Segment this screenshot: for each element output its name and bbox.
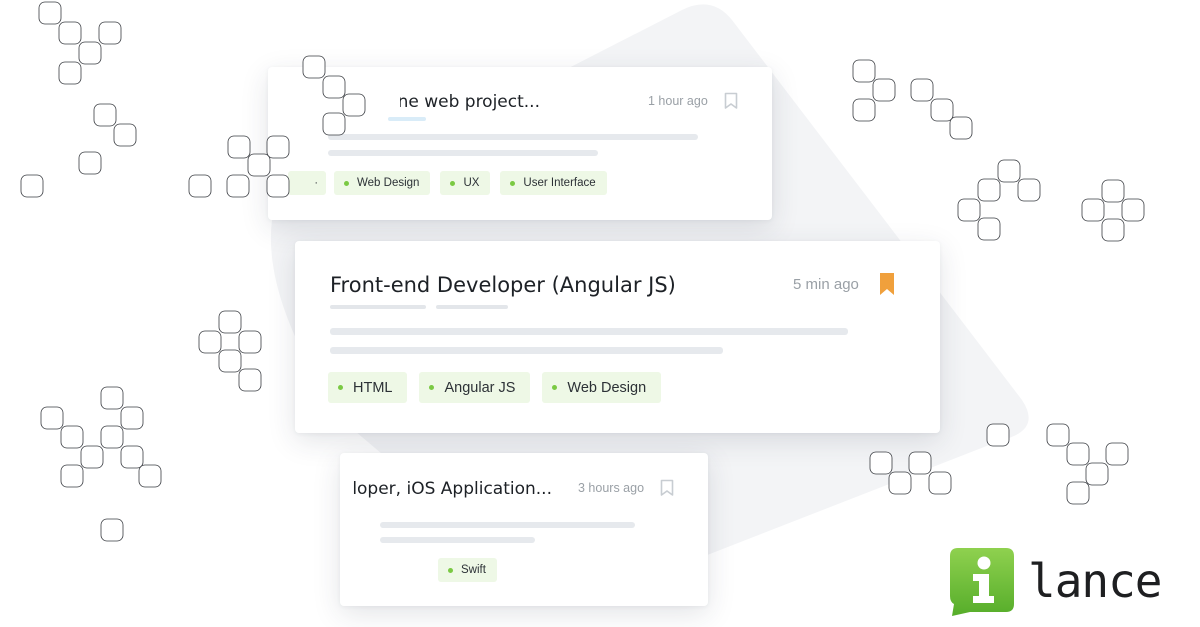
pattern-square [1081, 198, 1105, 222]
pattern-square [138, 464, 162, 488]
pattern-square [60, 425, 84, 449]
logo-wordmark: lance [1028, 554, 1162, 608]
pattern-square [60, 464, 84, 488]
decorative-pattern [20, 1, 1145, 542]
pattern-square [302, 55, 326, 79]
pattern-square [93, 103, 117, 127]
pattern-square [1085, 462, 1109, 486]
pattern-square [198, 330, 222, 354]
pattern-square [58, 21, 82, 45]
pattern-square [238, 330, 262, 354]
pattern-square [986, 423, 1010, 447]
pattern-square [1066, 481, 1090, 505]
pattern-square [40, 406, 64, 430]
pattern-square [928, 471, 952, 495]
pattern-square [98, 21, 122, 45]
pattern-square [930, 98, 954, 122]
pattern-square [1101, 218, 1125, 242]
pattern-square [322, 75, 346, 99]
pattern-square [266, 135, 290, 159]
pattern-square [1105, 442, 1129, 466]
pattern-square [957, 198, 981, 222]
pattern-square [852, 98, 876, 122]
pattern-square [113, 123, 137, 147]
pattern-square [80, 445, 104, 469]
pattern-square [188, 174, 212, 198]
pattern-square [977, 217, 1001, 241]
pattern-square [120, 445, 144, 469]
pattern-square [1101, 179, 1125, 203]
pattern-square [997, 159, 1021, 183]
pattern-square [218, 310, 242, 334]
pattern-square [908, 451, 932, 475]
pattern-square [1046, 423, 1070, 447]
pattern-square [1017, 178, 1041, 202]
pattern-square [100, 425, 124, 449]
pattern-square [949, 116, 973, 140]
pattern-square [100, 386, 124, 410]
pattern-square [20, 174, 44, 198]
pattern-square [218, 349, 242, 373]
i-letter-icon [950, 548, 1014, 616]
pattern-square [322, 112, 346, 136]
pattern-square [238, 368, 262, 392]
pattern-square [100, 518, 124, 542]
pattern-square [227, 135, 251, 159]
pattern-square [852, 59, 876, 83]
pattern-square [872, 78, 896, 102]
lance-logo: lance [948, 546, 1162, 616]
pattern-square [266, 174, 290, 198]
pattern-square [58, 61, 82, 85]
pattern-square [910, 78, 934, 102]
pattern-square [888, 471, 912, 495]
pattern-square [78, 41, 102, 65]
pattern-square [869, 451, 893, 475]
pattern-square [1121, 198, 1145, 222]
pattern-square [247, 153, 271, 177]
pattern-square [342, 93, 366, 117]
pattern-square [78, 151, 102, 175]
pattern-square [977, 178, 1001, 202]
pattern-square [226, 174, 250, 198]
pattern-square [120, 406, 144, 430]
pattern-square [38, 1, 62, 25]
pattern-square [1066, 442, 1090, 466]
